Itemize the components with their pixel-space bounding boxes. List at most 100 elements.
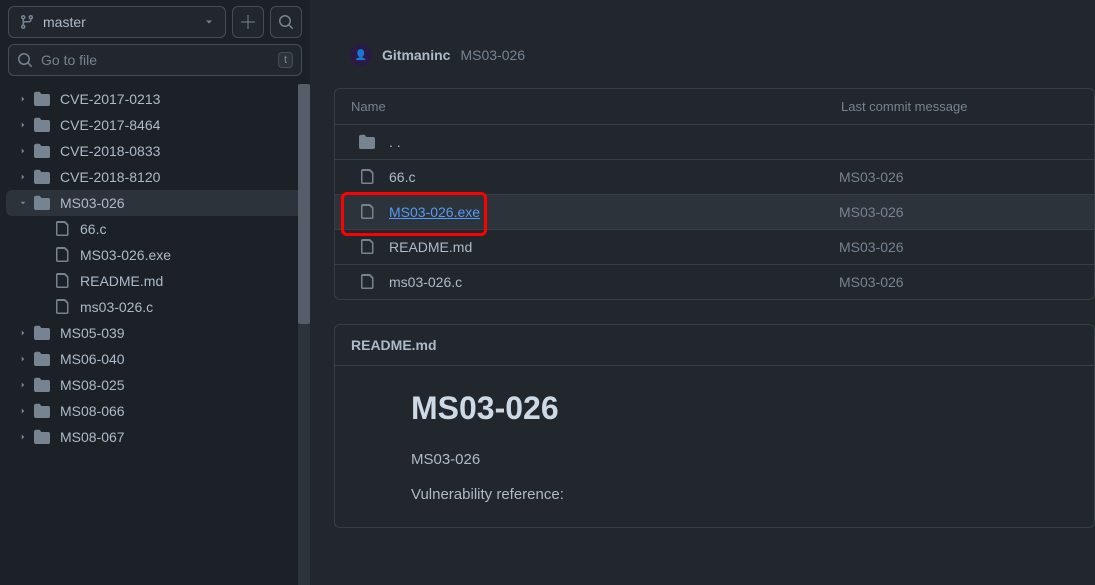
plus-icon [240,14,256,30]
file-name[interactable]: ms03-026.c [389,274,839,290]
tree-folder-cve-2018-8120[interactable]: CVE-2018-8120 [6,164,304,190]
tree-item-label: MS05-039 [60,325,125,341]
search-row: t [0,44,310,84]
readme-heading: MS03-026 [411,390,1062,427]
tree-item-label: MS08-025 [60,377,125,393]
file-commit-message[interactable]: MS03-026 [839,239,904,255]
file-icon [54,221,70,237]
readme-filename: README.md [335,325,1094,366]
tree-folder-ms08-025[interactable]: MS08-025 [6,372,304,398]
folder-icon [34,325,50,341]
tree-file-ms03-026.c[interactable]: ms03-026.c [6,294,304,320]
file-table-header: Name Last commit message [335,89,1094,125]
chevron-down-icon [18,198,32,208]
chevron-down-icon [203,16,215,28]
search-icon [278,14,294,30]
tree-file-readme.md[interactable]: README.md [6,268,304,294]
scrollbar[interactable] [298,84,310,585]
file-name[interactable]: 66.c [389,169,839,185]
readme-line2: Vulnerability reference: [411,486,1062,503]
search-icon [17,52,33,68]
folder-icon [34,351,50,367]
tree-item-label: MS08-067 [60,429,125,445]
avatar[interactable]: 👤 [350,44,372,66]
file-tree: CVE-2017-0213 CVE-2017-8464 CVE-2018-0833 C… [0,84,310,585]
tree-item-label: MS06-040 [60,351,125,367]
folder-icon [34,429,50,445]
branch-toolbar: master [0,0,310,44]
tree-folder-ms06-040[interactable]: MS06-040 [6,346,304,372]
tree-item-label: MS08-066 [60,403,125,419]
tree-item-label: README.md [80,273,163,289]
chevron-right-icon [18,172,32,182]
branch-selector[interactable]: master [8,6,226,38]
chevron-right-icon [18,354,32,364]
file-commit-message[interactable]: MS03-026 [839,274,904,290]
tree-file-ms03-026.exe[interactable]: MS03-026.exe [6,242,304,268]
file-icon [359,204,375,220]
file-icon [54,247,70,263]
tree-folder-cve-2017-8464[interactable]: CVE-2017-8464 [6,112,304,138]
readme-line1: MS03-026 [411,451,1062,468]
folder-icon [34,143,50,159]
tree-item-label: CVE-2017-8464 [60,117,160,133]
chevron-right-icon [18,94,32,104]
tree-folder-ms05-039[interactable]: MS05-039 [6,320,304,346]
chevron-right-icon [18,380,32,390]
keyboard-hint: t [278,52,293,68]
file-row-readme.md[interactable]: README.mdMS03-026 [335,230,1094,265]
tree-item-label: 66.c [80,221,106,237]
readme-box: README.md MS03-026 MS03-026 Vulnerabilit… [334,324,1095,528]
readme-body: MS03-026 MS03-026 Vulnerability referenc… [335,366,1094,527]
search-input[interactable] [41,52,278,68]
file-name[interactable]: README.md [389,239,839,255]
scrollbar-thumb[interactable] [298,84,310,324]
file-icon [359,274,375,290]
git-branch-icon [19,14,35,30]
tree-item-label: ms03-026.c [80,299,153,315]
tree-file-66.c[interactable]: 66.c [6,216,304,242]
folder-icon [34,117,50,133]
folder-icon [34,377,50,393]
search-button[interactable] [270,6,302,38]
tree-folder-cve-2018-0833[interactable]: CVE-2018-0833 [6,138,304,164]
file-icon [359,169,375,185]
file-commit-message[interactable]: MS03-026 [839,169,904,185]
folder-icon [34,169,50,185]
chevron-right-icon [18,120,32,130]
folder-icon [34,195,50,211]
commit-header: 👤 Gitmaninc MS03-026 [334,30,1095,80]
chevron-right-icon [18,146,32,156]
file-row-66.c[interactable]: 66.cMS03-026 [335,160,1094,195]
file-search[interactable]: t [8,44,302,76]
tree-item-label: MS03-026.exe [80,247,171,263]
tree-item-label: MS03-026 [60,195,125,211]
file-row-ms03-026.exe[interactable]: MS03-026.exeMS03-026 [335,195,1094,230]
file-name[interactable]: MS03-026.exe [389,204,839,220]
tree-item-label: CVE-2017-0213 [60,91,160,107]
tree-folder-ms08-067[interactable]: MS08-067 [6,424,304,450]
file-commit-message[interactable]: MS03-026 [839,204,904,220]
parent-dir-label: . . [389,134,839,150]
folder-icon [34,91,50,107]
file-icon [359,239,375,255]
tree-folder-cve-2017-0213[interactable]: CVE-2017-0213 [6,86,304,112]
parent-dir-row[interactable]: . . [335,125,1094,160]
column-name: Name [351,99,841,114]
file-row-ms03-026.c[interactable]: ms03-026.cMS03-026 [335,265,1094,299]
column-commit: Last commit message [841,99,1078,114]
file-table: Name Last commit message . . 66.cMS03-02… [334,88,1095,300]
chevron-right-icon [18,432,32,442]
add-button[interactable] [232,6,264,38]
folder-icon [359,134,375,150]
file-icon [54,299,70,315]
tree-item-label: CVE-2018-0833 [60,143,160,159]
branch-name: master [43,14,203,30]
chevron-right-icon [18,406,32,416]
commit-author[interactable]: Gitmaninc [382,47,450,63]
tree-folder-ms03-026[interactable]: MS03-026 [6,190,304,216]
tree-folder-ms08-066[interactable]: MS08-066 [6,398,304,424]
main-content: 👤 Gitmaninc MS03-026 Name Last commit me… [310,0,1095,585]
commit-title[interactable]: MS03-026 [460,47,525,63]
file-icon [54,273,70,289]
